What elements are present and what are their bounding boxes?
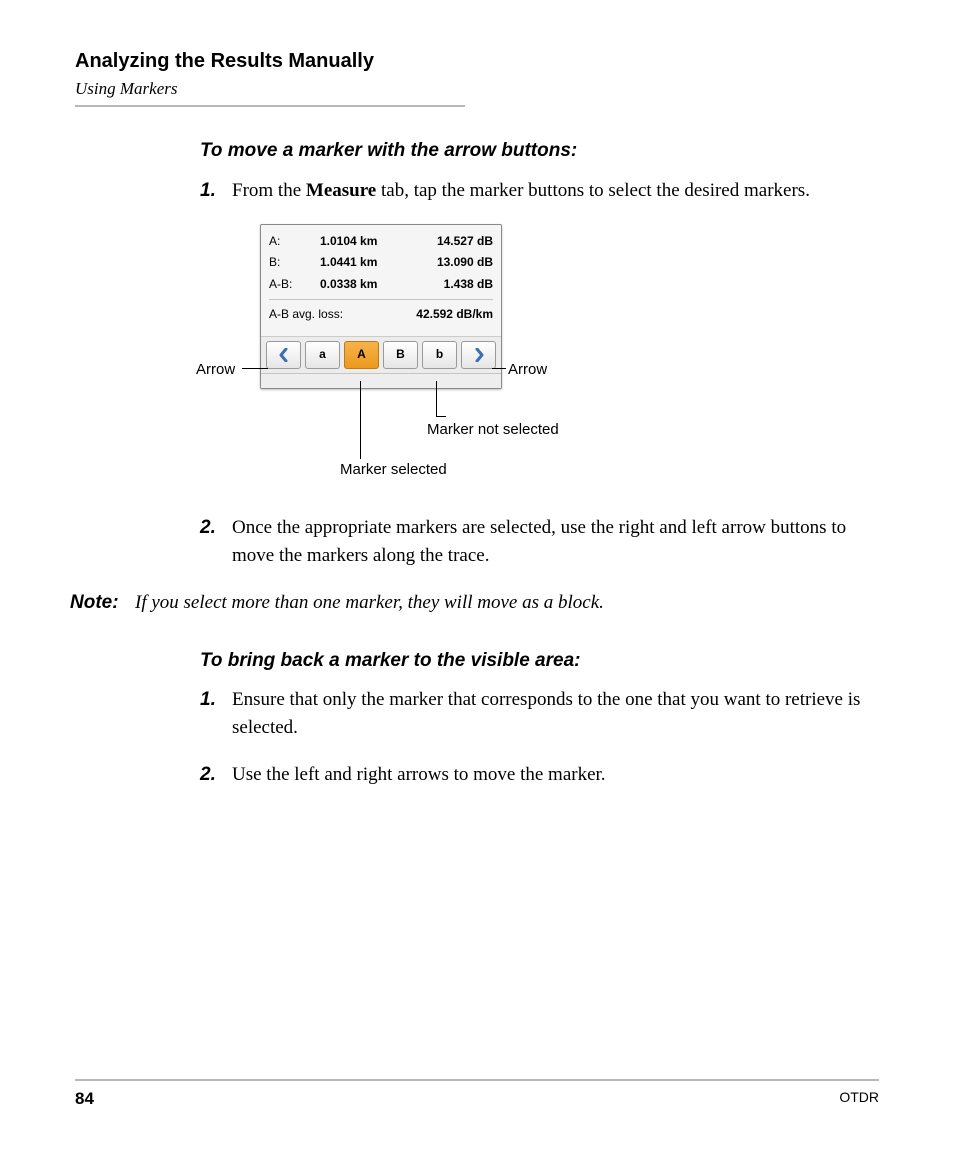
sec2-step2-text: Use the left and right arrows to move th…	[232, 761, 879, 789]
arrow-right-button[interactable]	[461, 341, 496, 369]
avg-loss-value: 42.592 dB/km	[416, 306, 493, 323]
note-block: Note: If you select more than one marker…	[70, 589, 879, 617]
note-text: If you select more than one marker, they…	[135, 589, 604, 617]
marker-readings: A: 1.0104 km 14.527 dB B: 1.0441 km 13.0…	[261, 225, 501, 336]
step1-bold: Measure	[306, 180, 376, 201]
marker-button-b-big[interactable]: B	[383, 341, 418, 369]
reading-row-ab: A-B: 0.0338 km 1.438 dB	[269, 274, 493, 295]
row-loss: 1.438 dB	[413, 276, 493, 293]
callout-line	[242, 368, 268, 369]
marker-button-row: a A B b	[261, 336, 501, 373]
page-number: 84	[75, 1089, 94, 1109]
panel-divider	[269, 299, 493, 300]
step-number: 1.	[200, 686, 232, 741]
step-number: 1.	[200, 177, 232, 205]
page-title: Analyzing the Results Manually	[75, 50, 879, 73]
arrow-left-button[interactable]	[266, 341, 301, 369]
sec2-step1-text: Ensure that only the marker that corresp…	[232, 686, 879, 741]
callout-line	[492, 368, 506, 369]
step-number: 2.	[200, 761, 232, 789]
marker-button-b-small[interactable]: b	[422, 341, 457, 369]
callout-line	[436, 381, 437, 416]
reading-row-a: A: 1.0104 km 14.527 dB	[269, 231, 493, 252]
callout-marker-selected: Marker selected	[340, 459, 447, 481]
row-label: B:	[269, 254, 307, 271]
step-number: 2.	[200, 514, 232, 569]
step1-text: From the Measure tab, tap the marker but…	[232, 177, 879, 205]
reading-row-b: B: 1.0441 km 13.090 dB	[269, 252, 493, 273]
callout-arrow-right: Arrow	[508, 359, 547, 381]
row-distance: 1.0104 km	[320, 233, 400, 250]
chevron-right-icon	[474, 348, 484, 362]
step1-part-b: tab, tap the marker buttons to select th…	[376, 180, 810, 201]
section1-heading: To move a marker with the arrow buttons:	[200, 137, 879, 165]
callout-arrow-left: Arrow	[196, 359, 235, 381]
product-name: OTDR	[839, 1089, 879, 1109]
callout-line	[436, 416, 446, 417]
note-label: Note:	[70, 589, 135, 617]
header-rule	[75, 105, 465, 107]
marker-button-a-big[interactable]: A	[344, 341, 379, 369]
page-subtitle: Using Markers	[75, 79, 879, 99]
row-label: A-B:	[269, 276, 307, 293]
callout-line	[360, 381, 361, 459]
row-distance: 0.0338 km	[320, 276, 400, 293]
row-loss: 13.090 dB	[413, 254, 493, 271]
marker-panel-figure: A: 1.0104 km 14.527 dB B: 1.0441 km 13.0…	[140, 219, 570, 489]
marker-panel: A: 1.0104 km 14.527 dB B: 1.0441 km 13.0…	[260, 224, 502, 389]
callout-marker-not-selected: Marker not selected	[427, 419, 559, 441]
footer-rule	[75, 1079, 879, 1081]
avg-loss-row: A-B avg. loss: 42.592 dB/km	[269, 304, 493, 327]
step1-part-a: From the	[232, 180, 306, 201]
chevron-left-icon	[279, 348, 289, 362]
avg-loss-label: A-B avg. loss:	[269, 306, 343, 323]
panel-footer-bar	[261, 373, 501, 388]
row-distance: 1.0441 km	[320, 254, 400, 271]
section2-heading: To bring back a marker to the visible ar…	[200, 647, 879, 675]
row-loss: 14.527 dB	[413, 233, 493, 250]
marker-button-a-small[interactable]: a	[305, 341, 340, 369]
page-footer: 84 OTDR	[75, 1079, 879, 1109]
step2-text: Once the appropriate markers are selecte…	[232, 514, 879, 569]
row-label: A:	[269, 233, 307, 250]
